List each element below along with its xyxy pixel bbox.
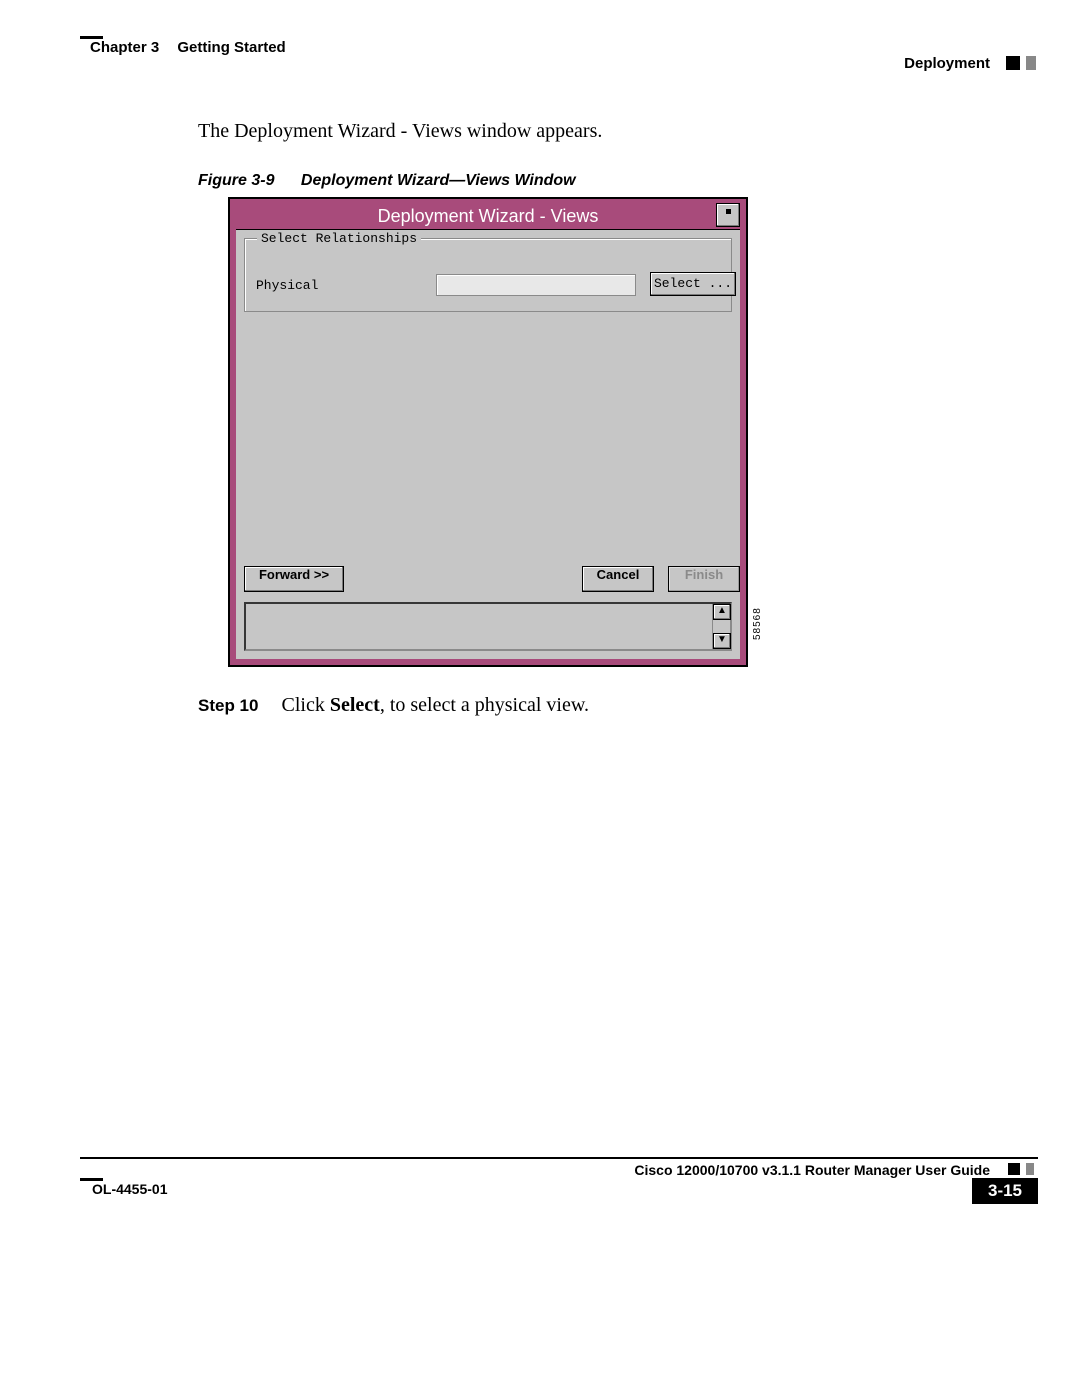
footer-marker-dark bbox=[1008, 1163, 1020, 1175]
physical-label: Physical bbox=[256, 278, 318, 293]
figure-image-id: 58568 bbox=[752, 607, 763, 640]
step-text-post: , to select a physical view. bbox=[380, 694, 589, 716]
step-text-bold: Select bbox=[330, 694, 380, 716]
step-10: Step 10 Click Select, to select a physic… bbox=[198, 694, 589, 717]
window-minimize-icon[interactable] bbox=[716, 203, 740, 227]
window-client-area: Select Relationships Physical Select ...… bbox=[236, 229, 740, 659]
select-button[interactable]: Select ... bbox=[650, 272, 736, 296]
forward-button[interactable]: Forward >> bbox=[244, 566, 344, 592]
step-number: Step 10 bbox=[198, 696, 258, 715]
figure-title: Deployment Wizard—Views Window bbox=[301, 172, 576, 189]
lead-text: The Deployment Wizard - Views window app… bbox=[198, 120, 602, 143]
finish-button: Finish bbox=[668, 566, 740, 592]
scroll-down-icon[interactable]: ▼ bbox=[713, 633, 731, 649]
footer-doc-id: OL-4455-01 bbox=[92, 1181, 167, 1197]
window-title: Deployment Wizard - Views bbox=[236, 203, 740, 229]
scroll-up-icon[interactable]: ▲ bbox=[713, 604, 731, 620]
chapter-line: Chapter 3 Getting Started bbox=[90, 39, 286, 56]
cancel-button[interactable]: Cancel bbox=[582, 566, 654, 592]
physical-field[interactable] bbox=[436, 274, 636, 296]
chapter-label: Chapter 3 bbox=[90, 39, 159, 56]
log-scrollbar[interactable]: ▲ ▼ bbox=[712, 604, 730, 649]
wizard-nav-row: Forward >> Cancel Finish bbox=[244, 566, 732, 596]
step-text-pre: Click bbox=[281, 694, 329, 716]
header-marker-dark bbox=[1006, 56, 1020, 70]
footer-marker-light bbox=[1026, 1163, 1034, 1175]
deployment-wizard-window: Deployment Wizard - Views Select Relatio… bbox=[228, 197, 748, 667]
window-frame: Deployment Wizard - Views Select Relatio… bbox=[228, 197, 748, 667]
chapter-title: Getting Started bbox=[177, 39, 285, 56]
footer-rule bbox=[80, 1157, 1038, 1159]
figure-number: Figure 3-9 bbox=[198, 172, 274, 189]
page-number: 3-15 bbox=[972, 1178, 1038, 1204]
section-right: Deployment bbox=[904, 55, 990, 72]
figure-caption: Figure 3-9 Deployment Wizard—Views Windo… bbox=[198, 172, 576, 190]
footer-guide: Cisco 12000/10700 v3.1.1 Router Manager … bbox=[634, 1162, 990, 1178]
group-legend: Select Relationships bbox=[257, 231, 421, 246]
log-panel: ▲ ▼ bbox=[244, 602, 732, 651]
header-marker-light bbox=[1026, 56, 1036, 70]
